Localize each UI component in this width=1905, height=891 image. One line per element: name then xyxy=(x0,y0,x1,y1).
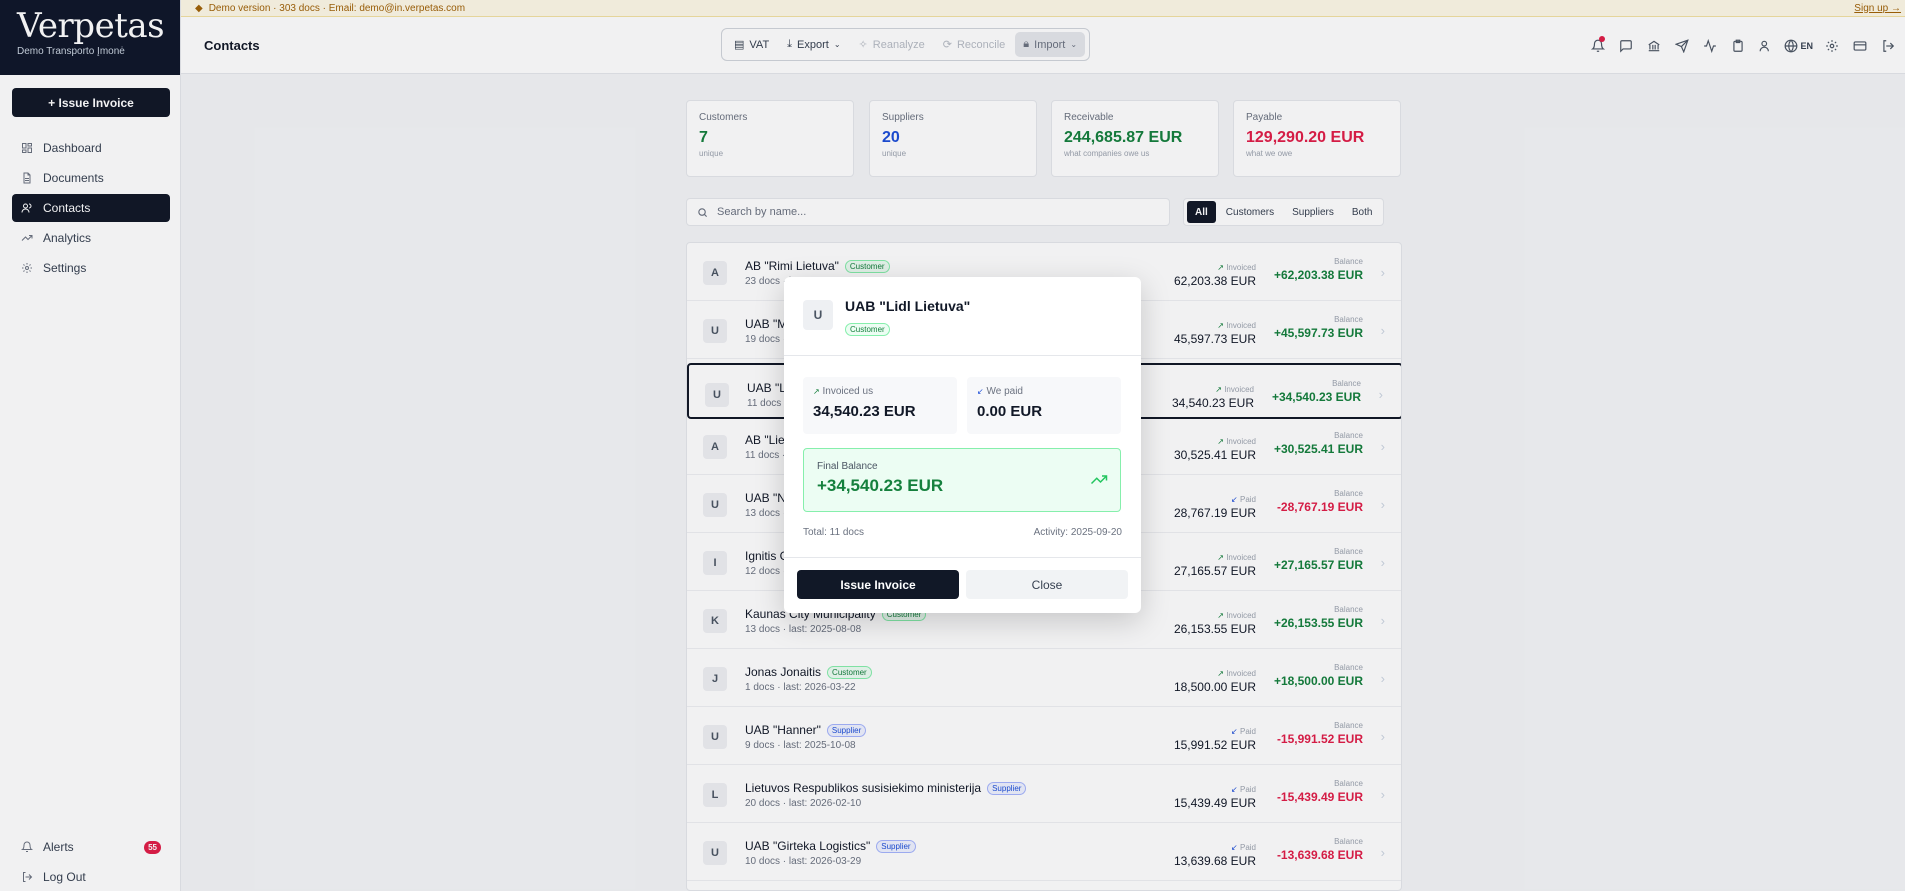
we-paid-label-row: ↙ We paid xyxy=(977,386,1111,397)
trending-up-icon xyxy=(1090,475,1108,485)
arrow-up-right-icon: ↗ xyxy=(813,387,820,396)
close-button[interactable]: Close xyxy=(966,570,1128,599)
we-paid-card: ↙ We paid 0.00 EUR xyxy=(967,377,1121,434)
final-balance-value: +34,540.23 EUR xyxy=(817,476,944,495)
issue-invoice-button[interactable]: Issue Invoice xyxy=(797,570,959,599)
avatar: U xyxy=(803,300,833,330)
final-balance-label: Final Balance xyxy=(817,461,878,472)
divider xyxy=(784,355,1141,356)
divider xyxy=(784,557,1141,558)
invoiced-us-value: 34,540.23 EUR xyxy=(813,403,916,420)
total-docs: Total: 11 docs xyxy=(803,527,864,538)
final-balance-card: Final Balance +34,540.23 EUR xyxy=(803,448,1121,512)
we-paid-value: 0.00 EUR xyxy=(977,403,1043,420)
invoiced-us-label-row: ↗ Invoiced us xyxy=(813,386,947,397)
we-paid-label: We paid xyxy=(986,386,1023,397)
invoiced-us-card: ↗ Invoiced us 34,540.23 EUR xyxy=(803,377,957,434)
contact-detail-modal: U UAB "Lidl Lietuva" Customer ↗ Invoiced… xyxy=(784,277,1141,613)
customer-tag: Customer xyxy=(845,323,890,336)
last-activity: Activity: 2025-09-20 xyxy=(1033,527,1122,538)
modal-contact-name: UAB "Lidl Lietuva" xyxy=(845,298,971,314)
invoiced-us-label: Invoiced us xyxy=(822,386,874,397)
modal-tag-wrap: Customer xyxy=(845,319,890,337)
arrow-down-left-icon: ↙ xyxy=(977,387,984,396)
